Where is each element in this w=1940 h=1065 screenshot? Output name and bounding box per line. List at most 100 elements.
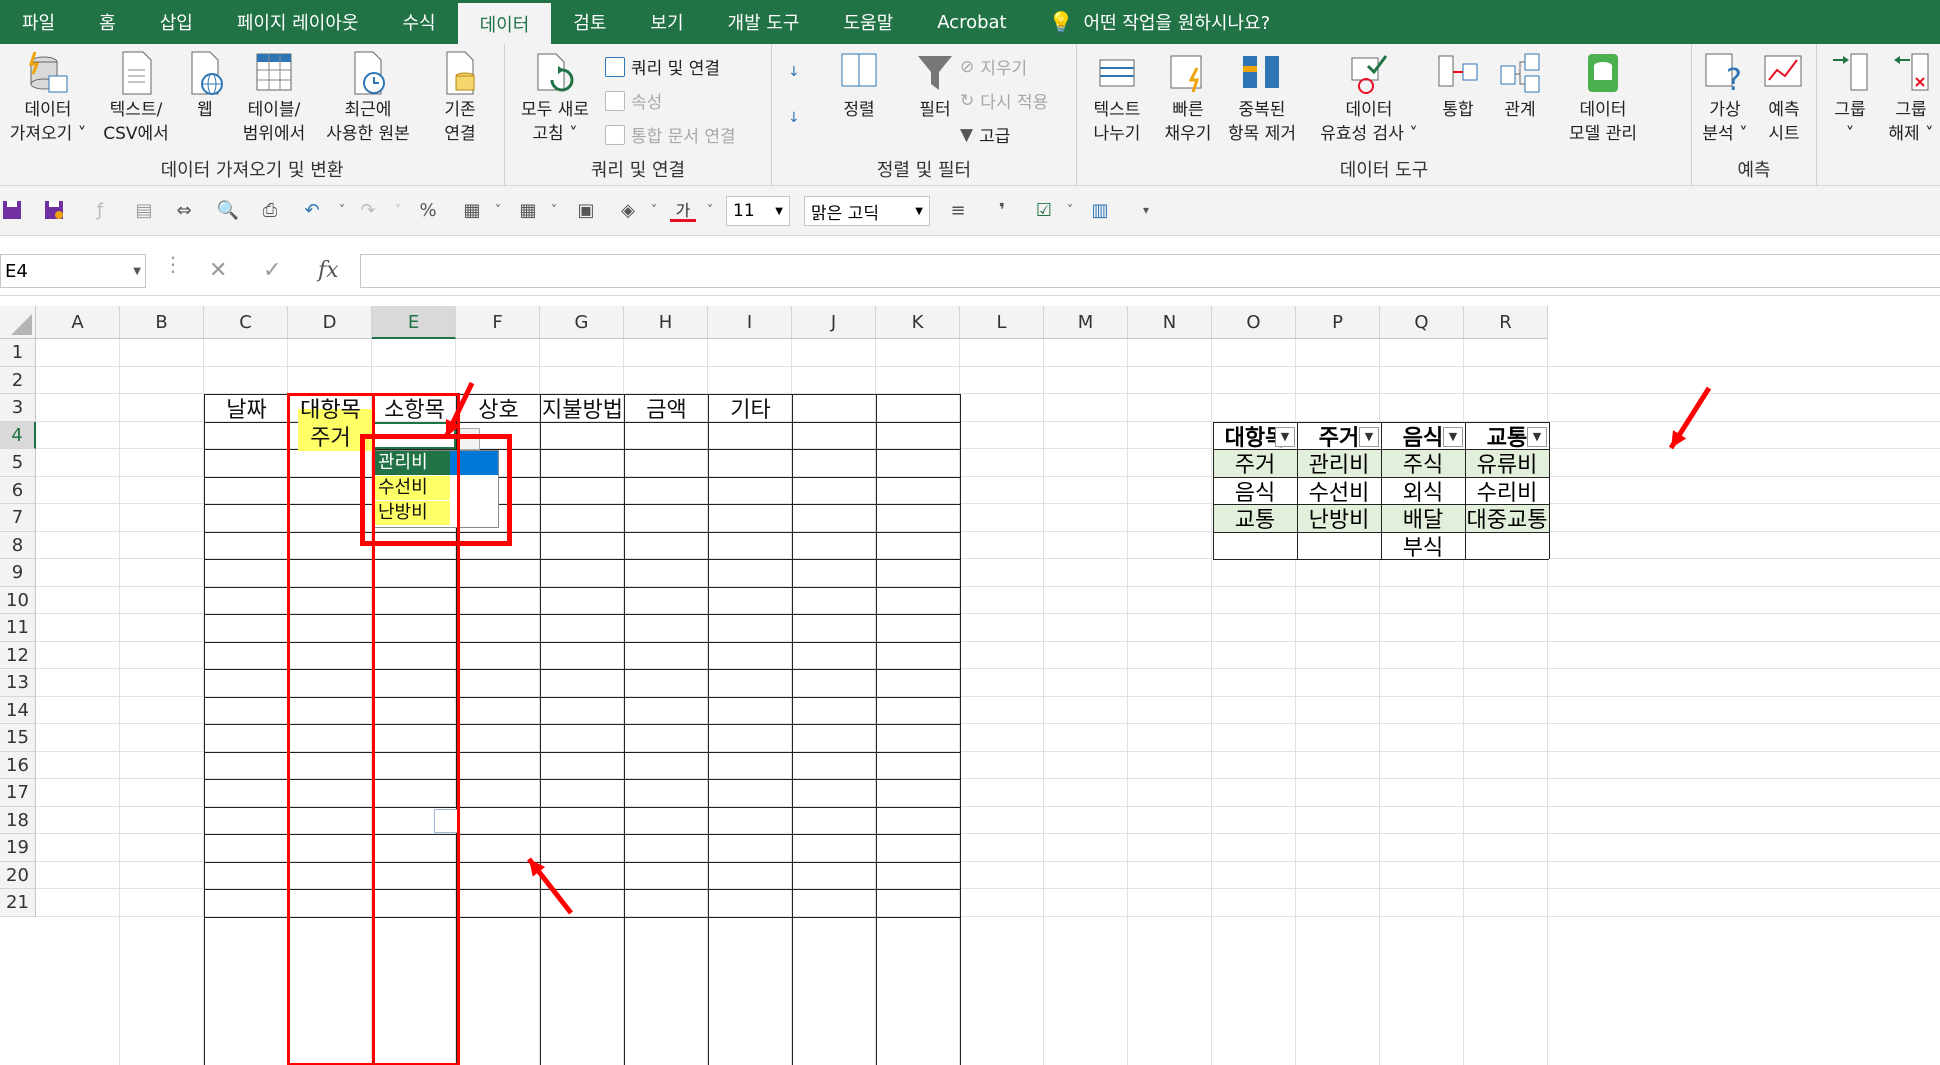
from-web-button[interactable]: 웹 [180, 50, 230, 122]
tab-7[interactable]: 보기 [628, 0, 705, 44]
row-header-19[interactable]: 19 [0, 834, 36, 862]
cancel-icon[interactable]: ✕ [209, 258, 227, 283]
row-header-6[interactable]: 6 [0, 476, 36, 504]
column-header-H[interactable]: H [624, 306, 708, 339]
column-header-N[interactable]: N [1128, 306, 1212, 339]
fill-color-icon[interactable]: ◈ [616, 198, 640, 222]
validation-dropdown-icon[interactable]: ˅ [1058, 198, 1082, 222]
tab-10[interactable]: Acrobat [915, 0, 1028, 44]
column-header-F[interactable]: F [456, 306, 540, 339]
workbook-links-button[interactable]: 통합 문서 연결 [605, 122, 736, 147]
delete-dropdown-icon[interactable]: ˅ [542, 198, 566, 222]
row-header-2[interactable]: 2 [0, 366, 36, 394]
form-icon[interactable]: ▥ [1088, 198, 1112, 222]
filter-dropdown-button[interactable]: ▼ [1527, 426, 1547, 447]
recent-sources-button[interactable]: 최근에 사용한 원본 [318, 50, 418, 146]
row-header-17[interactable]: 17 [0, 779, 36, 807]
right-table-cell[interactable] [1465, 532, 1549, 559]
align-justify-icon[interactable]: ≡ [946, 198, 970, 222]
row-header-16[interactable]: 16 [0, 751, 36, 779]
redo-dropdown-icon[interactable]: ˅ [386, 198, 410, 222]
right-table-cell[interactable]: 수선비 [1297, 477, 1381, 504]
relationships-button[interactable]: 관계 [1495, 50, 1545, 122]
sort-asc-button[interactable]: ↓ [788, 64, 800, 80]
column-header-I[interactable]: I [708, 306, 792, 339]
font-color-icon[interactable]: 가 [670, 198, 696, 222]
enter-icon[interactable]: ✓ [263, 258, 281, 283]
right-table-cell[interactable]: 부식 [1381, 532, 1465, 559]
column-header-E[interactable]: E [372, 306, 456, 339]
fit-width-icon[interactable]: ⇔ [172, 198, 196, 222]
print-preview-icon[interactable]: 🔍 [216, 198, 240, 222]
select-all-corner[interactable] [0, 306, 36, 339]
undo-icon[interactable]: ↶ [300, 198, 324, 222]
row-header-18[interactable]: 18 [0, 806, 36, 834]
tab-0[interactable]: 파일 [0, 0, 77, 44]
comma-style-icon[interactable]: ❜ [990, 198, 1014, 222]
column-header-P[interactable]: P [1296, 306, 1380, 339]
right-table-cell[interactable]: 교통 [1213, 505, 1297, 532]
row-header-7[interactable]: 7 [0, 504, 36, 532]
right-table-cell[interactable]: 관리비 [1297, 450, 1381, 477]
column-header-K[interactable]: K [876, 306, 960, 339]
remove-duplicates-button[interactable]: 중복된 항목 제거 [1221, 50, 1303, 146]
refresh-all-button[interactable]: 모두 새로 고침 ˅ [513, 50, 597, 146]
right-table-cell[interactable]: 난방비 [1297, 505, 1381, 532]
row-header-8[interactable]: 8 [0, 531, 36, 559]
font-color-dropdown-icon[interactable]: ˅ [698, 198, 722, 222]
row-header-21[interactable]: 21 [0, 889, 36, 917]
column-header-L[interactable]: L [960, 306, 1044, 339]
row-header-13[interactable]: 13 [0, 669, 36, 697]
right-table-cell[interactable]: 음식 [1213, 477, 1297, 504]
save-icon[interactable] [0, 198, 24, 222]
flash-fill-button[interactable]: 빠른 채우기 [1157, 50, 1219, 146]
text-to-columns-button[interactable]: 텍스트 나누기 [1079, 50, 1155, 146]
tab-9[interactable]: 도움말 [822, 0, 916, 44]
consolidate-button[interactable]: 통합 [1433, 50, 1483, 122]
column-header-R[interactable]: R [1464, 306, 1548, 339]
tab-2[interactable]: 삽입 [138, 0, 215, 44]
right-table-cell[interactable]: 주식 [1381, 450, 1465, 477]
existing-connections-button[interactable]: 기존 연결 [430, 50, 490, 146]
row-header-10[interactable]: 10 [0, 586, 36, 614]
tab-1[interactable]: 홈 [77, 0, 138, 44]
row-header-14[interactable]: 14 [0, 696, 36, 724]
row-header-3[interactable]: 3 [0, 394, 36, 422]
undo-dropdown-icon[interactable]: ˅ [330, 198, 354, 222]
row-header-20[interactable]: 20 [0, 861, 36, 889]
column-header-O[interactable]: O [1212, 306, 1296, 339]
sort-button[interactable]: 정렬 [824, 50, 894, 122]
row-header-5[interactable]: 5 [0, 449, 36, 477]
tab-5[interactable]: 데이터 [457, 0, 552, 44]
row-header-1[interactable]: 1 [0, 339, 36, 367]
column-header-M[interactable]: M [1044, 306, 1128, 339]
function-icon[interactable]: ƒ [88, 198, 112, 222]
from-csv-button[interactable]: 텍스트/ CSV에서 [96, 50, 176, 146]
tab-3[interactable]: 페이지 레이아웃 [215, 0, 381, 44]
forecast-sheet-button[interactable]: 예측 시트 [1756, 50, 1812, 146]
right-table-cell[interactable]: 주거 [1213, 450, 1297, 477]
right-table-cell[interactable] [1213, 532, 1297, 559]
column-header-D[interactable]: D [288, 306, 372, 339]
row-header-12[interactable]: 12 [0, 641, 36, 669]
row-header-9[interactable]: 9 [0, 559, 36, 587]
what-if-button[interactable]: ? 가상 분석 ˅ [1692, 50, 1758, 146]
row-header-11[interactable]: 11 [0, 614, 36, 642]
tab-8[interactable]: 개발 도구 [706, 0, 822, 44]
column-header-J[interactable]: J [792, 306, 876, 339]
font-size-select[interactable]: 11 ▼ [726, 196, 790, 226]
sort-desc-button[interactable]: ↓ [788, 110, 800, 126]
filter-dropdown-button[interactable]: ▼ [1275, 426, 1295, 447]
from-table-button[interactable]: 테이블/ 범위에서 [234, 50, 314, 146]
column-header-G[interactable]: G [540, 306, 624, 339]
data-validation-button[interactable]: 데이터 유효성 검사 ˅ [1309, 50, 1429, 146]
right-table-cell[interactable] [1297, 532, 1381, 559]
properties-button[interactable]: 속성 [605, 88, 662, 113]
right-table-cell[interactable]: 배달 [1381, 505, 1465, 532]
tab-6[interactable]: 검토 [551, 0, 628, 44]
insert-cells-icon[interactable]: ▦ [460, 198, 484, 222]
reapply-button[interactable]: ↻ 다시 적용 [960, 88, 1048, 114]
column-header-B[interactable]: B [120, 306, 204, 339]
get-data-button[interactable]: 데이터 가져오기 ˅ [2, 50, 94, 146]
manage-data-model-button[interactable]: 데이터 모델 관리 [1553, 50, 1653, 146]
